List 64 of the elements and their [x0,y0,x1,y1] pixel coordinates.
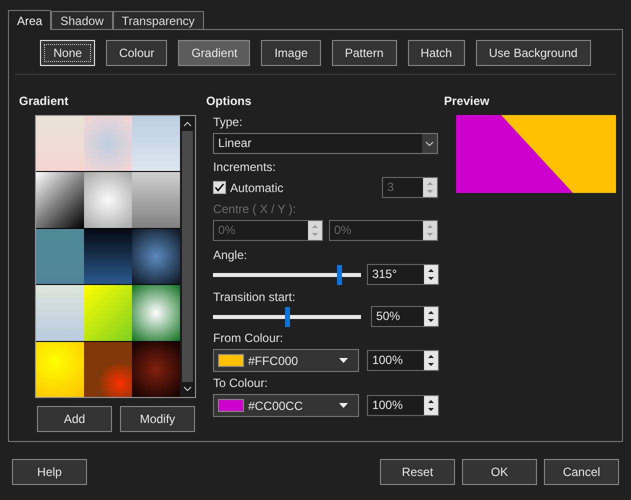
caret-icon [339,403,348,408]
gradient-swatch[interactable] [36,228,84,284]
fill-type-button[interactable]: Use Background [476,40,591,66]
tab[interactable]: Area [8,10,52,30]
scroll-up-icon[interactable] [183,121,192,127]
fill-type-button[interactable]: Image [261,40,321,66]
caret-icon [339,358,348,363]
gradient-action-button[interactable]: Add [37,406,112,432]
colour-dropdown[interactable]: #FFC000 [213,349,360,372]
gradient-swatch[interactable] [84,172,132,228]
field-label: Type: [213,114,244,131]
field-label: Angle: [213,247,248,264]
gradient-swatch[interactable] [84,342,132,397]
spin-arrows-icon[interactable] [424,396,438,415]
transition-spinbox[interactable]: 50% [371,306,440,327]
slider[interactable] [213,264,362,284]
field-label: Increments: [213,159,277,176]
spin-arrows-icon[interactable] [424,351,438,370]
gradient-swatch[interactable] [132,285,180,341]
fill-type-button[interactable]: Hatch [408,40,465,66]
dialog-button[interactable]: OK [462,459,537,485]
scrollbar[interactable] [180,116,195,397]
field-label: From Colour: [213,330,284,347]
section-heading: Options [206,93,252,110]
fill-type-button[interactable]: None [40,40,96,66]
gradient-list[interactable] [35,115,196,398]
gradient-swatch[interactable] [84,116,132,172]
type-dropdown[interactable]: Linear [213,133,438,154]
section-heading: Preview [444,93,490,110]
spin-arrows-icon[interactable] [424,265,438,284]
gradient-swatch[interactable] [36,285,84,341]
intensity-spinbox[interactable]: 100% [367,350,440,371]
fill-type-button[interactable]: Colour [106,40,168,66]
gradient-swatch[interactable] [36,172,84,228]
dialog-button[interactable]: Help [12,459,87,485]
fill-type-button[interactable]: Gradient [178,40,250,66]
tab[interactable]: Transparency [112,11,204,29]
colour-value: #CC00CC [248,398,304,414]
slider[interactable] [213,306,362,326]
angle-spinbox[interactable]: 315° [367,264,440,285]
gradient-swatch[interactable] [84,228,132,284]
scroll-down-icon[interactable] [183,386,192,392]
dialog-button[interactable]: Reset [380,459,455,485]
gradient-swatch[interactable] [36,116,84,172]
gradient-swatch[interactable] [132,228,180,284]
field-label: Transition start: [213,289,296,306]
field-label: Centre ( X / Y ): [213,201,297,218]
colour-value: #FFC000 [248,352,300,370]
chevron-down-icon [425,140,434,146]
dialog-button[interactable]: Cancel [544,459,619,485]
spin-arrows-icon[interactable] [424,307,438,326]
gradient-swatch[interactable] [84,285,132,341]
gradient-swatch[interactable] [132,342,180,397]
fill-type-button[interactable]: Pattern [332,40,397,66]
gradient-action-button[interactable]: Modify [120,406,195,432]
gradient-swatch[interactable] [132,116,180,172]
gradient-swatch[interactable] [132,172,180,228]
gradient-swatch[interactable] [36,342,84,397]
tab[interactable]: Shadow [51,11,113,29]
dropdown-value: Linear [217,135,252,152]
section-heading: Gradient [19,93,70,110]
colour-dropdown[interactable]: #CC00CC [213,394,360,417]
field-label: To Colour: [213,375,269,392]
intensity-spinbox[interactable]: 100% [367,395,440,416]
